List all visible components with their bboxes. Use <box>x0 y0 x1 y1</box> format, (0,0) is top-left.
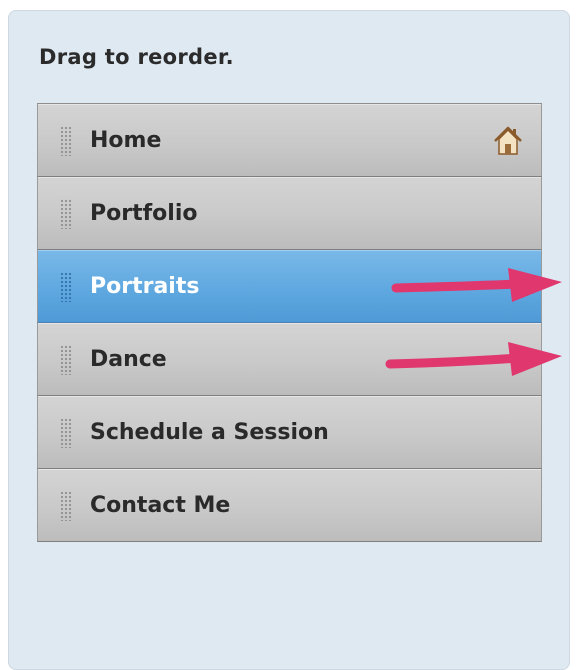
menu-item-portfolio[interactable]: Portfolio <box>37 177 542 250</box>
drag-handle-icon[interactable] <box>60 126 72 156</box>
menu-item-label: Portraits <box>90 274 200 299</box>
menu-item-schedule-a-session[interactable]: Schedule a Session <box>37 396 542 469</box>
menu-item-home[interactable]: Home <box>37 104 542 177</box>
menu-item-label: Portfolio <box>90 201 198 226</box>
menu-item-contact-me[interactable]: Contact Me <box>37 469 542 542</box>
instructions-text: Drag to reorder. <box>39 45 234 69</box>
menu-item-label: Home <box>90 128 162 153</box>
menu-item-label: Dance <box>90 347 167 372</box>
drag-handle-icon[interactable] <box>60 418 72 448</box>
menu-item-label: Contact Me <box>90 493 231 518</box>
drag-handle-icon[interactable] <box>60 199 72 229</box>
menu-item-label: Schedule a Session <box>90 420 329 445</box>
drag-handle-icon[interactable] <box>60 272 72 302</box>
home-icon <box>494 126 522 155</box>
drag-handle-icon[interactable] <box>60 345 72 375</box>
menu-list: Home Portfolio Portraits Dance Schedule … <box>37 103 542 542</box>
arrow-icon <box>391 268 562 302</box>
arrow-icon <box>385 342 562 376</box>
drag-handle-icon[interactable] <box>60 491 72 521</box>
